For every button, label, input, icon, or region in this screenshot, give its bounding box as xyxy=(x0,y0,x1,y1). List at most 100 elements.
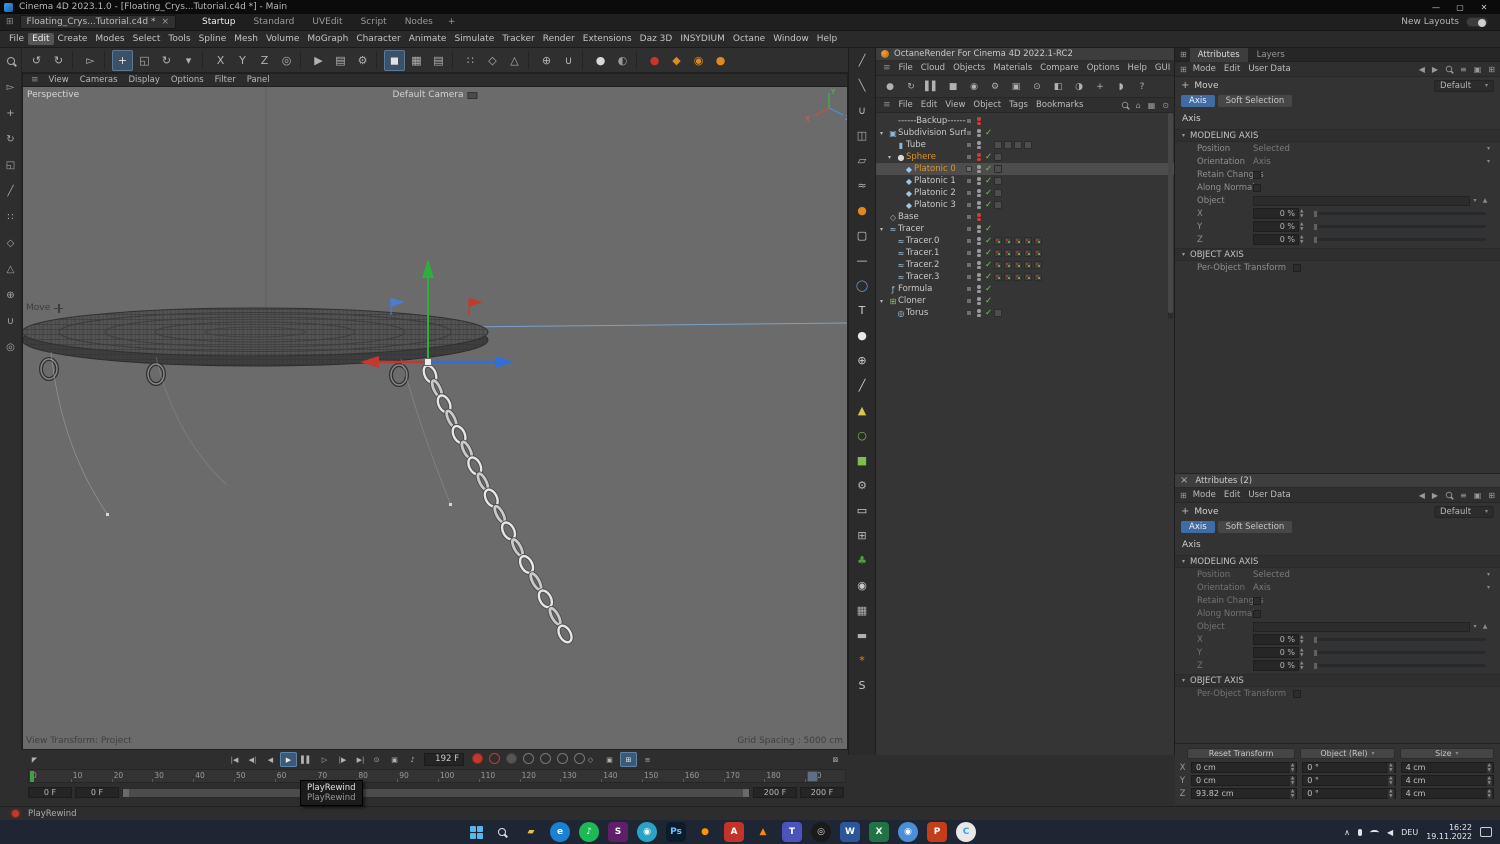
object-row-torus[interactable]: ◎ Torus ✓ xyxy=(876,307,1174,319)
y-rotation-field[interactable]: 0 ° ▲ ▼ xyxy=(1302,775,1396,786)
menu-help[interactable]: Help xyxy=(1124,63,1151,73)
menu-insydium[interactable]: INSYDIUM xyxy=(676,33,729,45)
position-select[interactable]: Selected ▾ xyxy=(1253,144,1490,154)
octane-help[interactable]: ? xyxy=(1133,78,1151,96)
object-link-field[interactable] xyxy=(1253,195,1470,206)
size-mode-dropdown[interactable]: Size ▾ xyxy=(1399,748,1494,759)
om-filter-icon[interactable]: ▦ xyxy=(1146,101,1158,110)
taskbar-word[interactable]: W xyxy=(840,822,860,842)
selection-tool-side[interactable]: ▻ xyxy=(3,79,19,95)
play-forwards-button[interactable]: ▶ xyxy=(280,752,297,767)
attr-expand-icon[interactable]: ⊞ xyxy=(1486,65,1497,74)
enabled-check-icon[interactable]: ✓ xyxy=(983,152,994,162)
visibility-dots[interactable] xyxy=(975,200,983,210)
menu-user-data[interactable]: User Data xyxy=(1244,64,1294,74)
previous-frame-button[interactable]: ◀ xyxy=(262,752,279,767)
add-figure-object[interactable]: ○ xyxy=(854,427,871,444)
tab-layers[interactable]: Layers xyxy=(1249,48,1293,62)
expand-arrow-icon[interactable]: ▾ xyxy=(880,298,888,305)
menu-gui[interactable]: GUI xyxy=(1151,63,1174,73)
strip-brush-tool[interactable]: ╱ xyxy=(854,52,871,69)
position-select[interactable]: Selected ▾ xyxy=(1253,570,1490,580)
enabled-check-icon[interactable]: ✓ xyxy=(983,164,994,174)
edges-mode-side[interactable]: ◇ xyxy=(3,235,19,251)
object-row-platonic-3[interactable]: ◆ Platonic 3 ✓ xyxy=(876,199,1174,211)
section-modeling-axis[interactable]: ▾ MODELING AXIS xyxy=(1175,555,1500,568)
record-rotation-toggle[interactable] xyxy=(540,753,551,764)
visibility-dots[interactable] xyxy=(975,140,983,150)
x-value-field[interactable]: 0 % xyxy=(1253,208,1299,219)
y-size-field[interactable]: 4 cm ▲ ▼ xyxy=(1400,775,1494,786)
octane-render-region[interactable]: ◧ xyxy=(1049,78,1067,96)
layer-chip[interactable] xyxy=(966,310,972,316)
tag-icon[interactable] xyxy=(1024,273,1032,281)
notification-icon[interactable] xyxy=(1480,827,1492,837)
object-row-tracer-1[interactable]: ≈ Tracer.1 ✓ xyxy=(876,247,1174,259)
visibility-dots[interactable] xyxy=(975,164,983,174)
menu-options[interactable]: Options xyxy=(1083,63,1124,73)
attr-back-icon[interactable]: ◀ xyxy=(1417,491,1427,500)
x-value-field[interactable]: 0 % xyxy=(1253,634,1299,645)
spinner-arrows-icon[interactable]: ▲ ▼ xyxy=(1486,775,1492,786)
attr-back-icon[interactable]: ◀ xyxy=(1417,65,1427,74)
soft-selection-button[interactable]: Soft Selection xyxy=(1217,521,1293,533)
visibility-dots[interactable] xyxy=(975,188,983,198)
preview-end-field[interactable]: 200 F xyxy=(753,787,797,798)
tray-clock[interactable]: 16:22 19.11.2022 xyxy=(1426,823,1472,841)
menu-edit[interactable]: Edit xyxy=(1220,490,1244,500)
strip-smooth-tool[interactable]: ≈ xyxy=(854,177,871,194)
y-value-field[interactable]: 0 % xyxy=(1253,647,1299,658)
add-camera-object[interactable]: ◉ xyxy=(854,577,871,594)
object-row-tracer-0[interactable]: ≈ Tracer.0 ✓ xyxy=(876,235,1174,247)
preview-range-slider[interactable] xyxy=(122,787,750,798)
document-tab[interactable]: Floating_Crys...Tutorial.c4d * × xyxy=(19,15,177,29)
strip-knife-tool[interactable]: ╲ xyxy=(854,77,871,94)
layer-chip[interactable] xyxy=(966,142,972,148)
menu-cameras[interactable]: Cameras xyxy=(75,75,123,85)
retain-changes-checkbox[interactable] xyxy=(1253,170,1261,179)
z-slider[interactable] xyxy=(1313,235,1486,244)
z-value-field[interactable]: 0 % xyxy=(1253,660,1299,671)
x-size-field[interactable]: 4 cm ▲ ▼ xyxy=(1400,762,1494,773)
per-object-transform-checkbox[interactable] xyxy=(1293,263,1301,272)
taskbar-powerpoint[interactable]: P xyxy=(927,822,947,842)
visibility-dots[interactable] xyxy=(975,248,983,258)
tag-icon[interactable] xyxy=(994,153,1002,161)
object-row-tracer-3[interactable]: ≈ Tracer.3 ✓ xyxy=(876,271,1174,283)
octane-objects-menu[interactable]: ● xyxy=(854,202,871,219)
menu-tools[interactable]: Tools xyxy=(164,33,194,45)
x-slider[interactable] xyxy=(1313,635,1486,644)
object-row-tracer-2[interactable]: ≈ Tracer.2 ✓ xyxy=(876,259,1174,271)
section-modeling-axis[interactable]: ▾ MODELING AXIS xyxy=(1175,129,1500,142)
object-row-platonic-2[interactable]: ◆ Platonic 2 ✓ xyxy=(876,187,1174,199)
record-keyframe-button[interactable] xyxy=(472,753,483,764)
spinner-arrows-icon[interactable]: ▲ ▼ xyxy=(1300,648,1303,658)
panel-menu-icon[interactable]: ⊞ xyxy=(1178,65,1189,74)
layer-chip[interactable] xyxy=(966,214,972,220)
object-name[interactable]: Platonic 3 xyxy=(914,200,966,210)
octane-dialog-button[interactable]: ● xyxy=(644,50,665,71)
taskbar-cinema4d[interactable]: C xyxy=(956,822,976,842)
tray-chevron-icon[interactable]: ∧ xyxy=(1344,828,1350,837)
gizmo-z-arrow[interactable] xyxy=(495,356,514,368)
tag-icon[interactable] xyxy=(1014,249,1022,257)
enabled-check-icon[interactable]: ✓ xyxy=(983,272,994,282)
autokeying-button[interactable] xyxy=(489,753,500,764)
viewport-view-label[interactable]: Perspective xyxy=(27,90,79,100)
om-path-icon[interactable]: ⊙ xyxy=(1160,101,1171,110)
x-slider[interactable] xyxy=(1313,209,1486,218)
visibility-dots[interactable] xyxy=(975,272,983,282)
enabled-check-icon[interactable]: ✓ xyxy=(983,296,994,306)
enabled-check-icon[interactable]: ✓ xyxy=(983,128,994,138)
points-mode-button[interactable]: ∷ xyxy=(460,50,481,71)
section-object-axis[interactable]: ▾ OBJECT AXIS xyxy=(1175,248,1500,261)
minimize-button[interactable]: — xyxy=(1424,3,1448,12)
add-capsule-object[interactable]: ▭ xyxy=(854,502,871,519)
menu-edit[interactable]: Edit xyxy=(917,100,941,110)
layer-chip[interactable] xyxy=(966,226,972,232)
strip-mirror-tool[interactable]: ◫ xyxy=(854,127,871,144)
visibility-dots[interactable] xyxy=(975,212,983,222)
reset-transform-button[interactable]: Reset Transform xyxy=(1187,748,1296,759)
layer-chip[interactable] xyxy=(966,118,972,124)
enabled-check-icon[interactable]: ✓ xyxy=(983,224,994,234)
